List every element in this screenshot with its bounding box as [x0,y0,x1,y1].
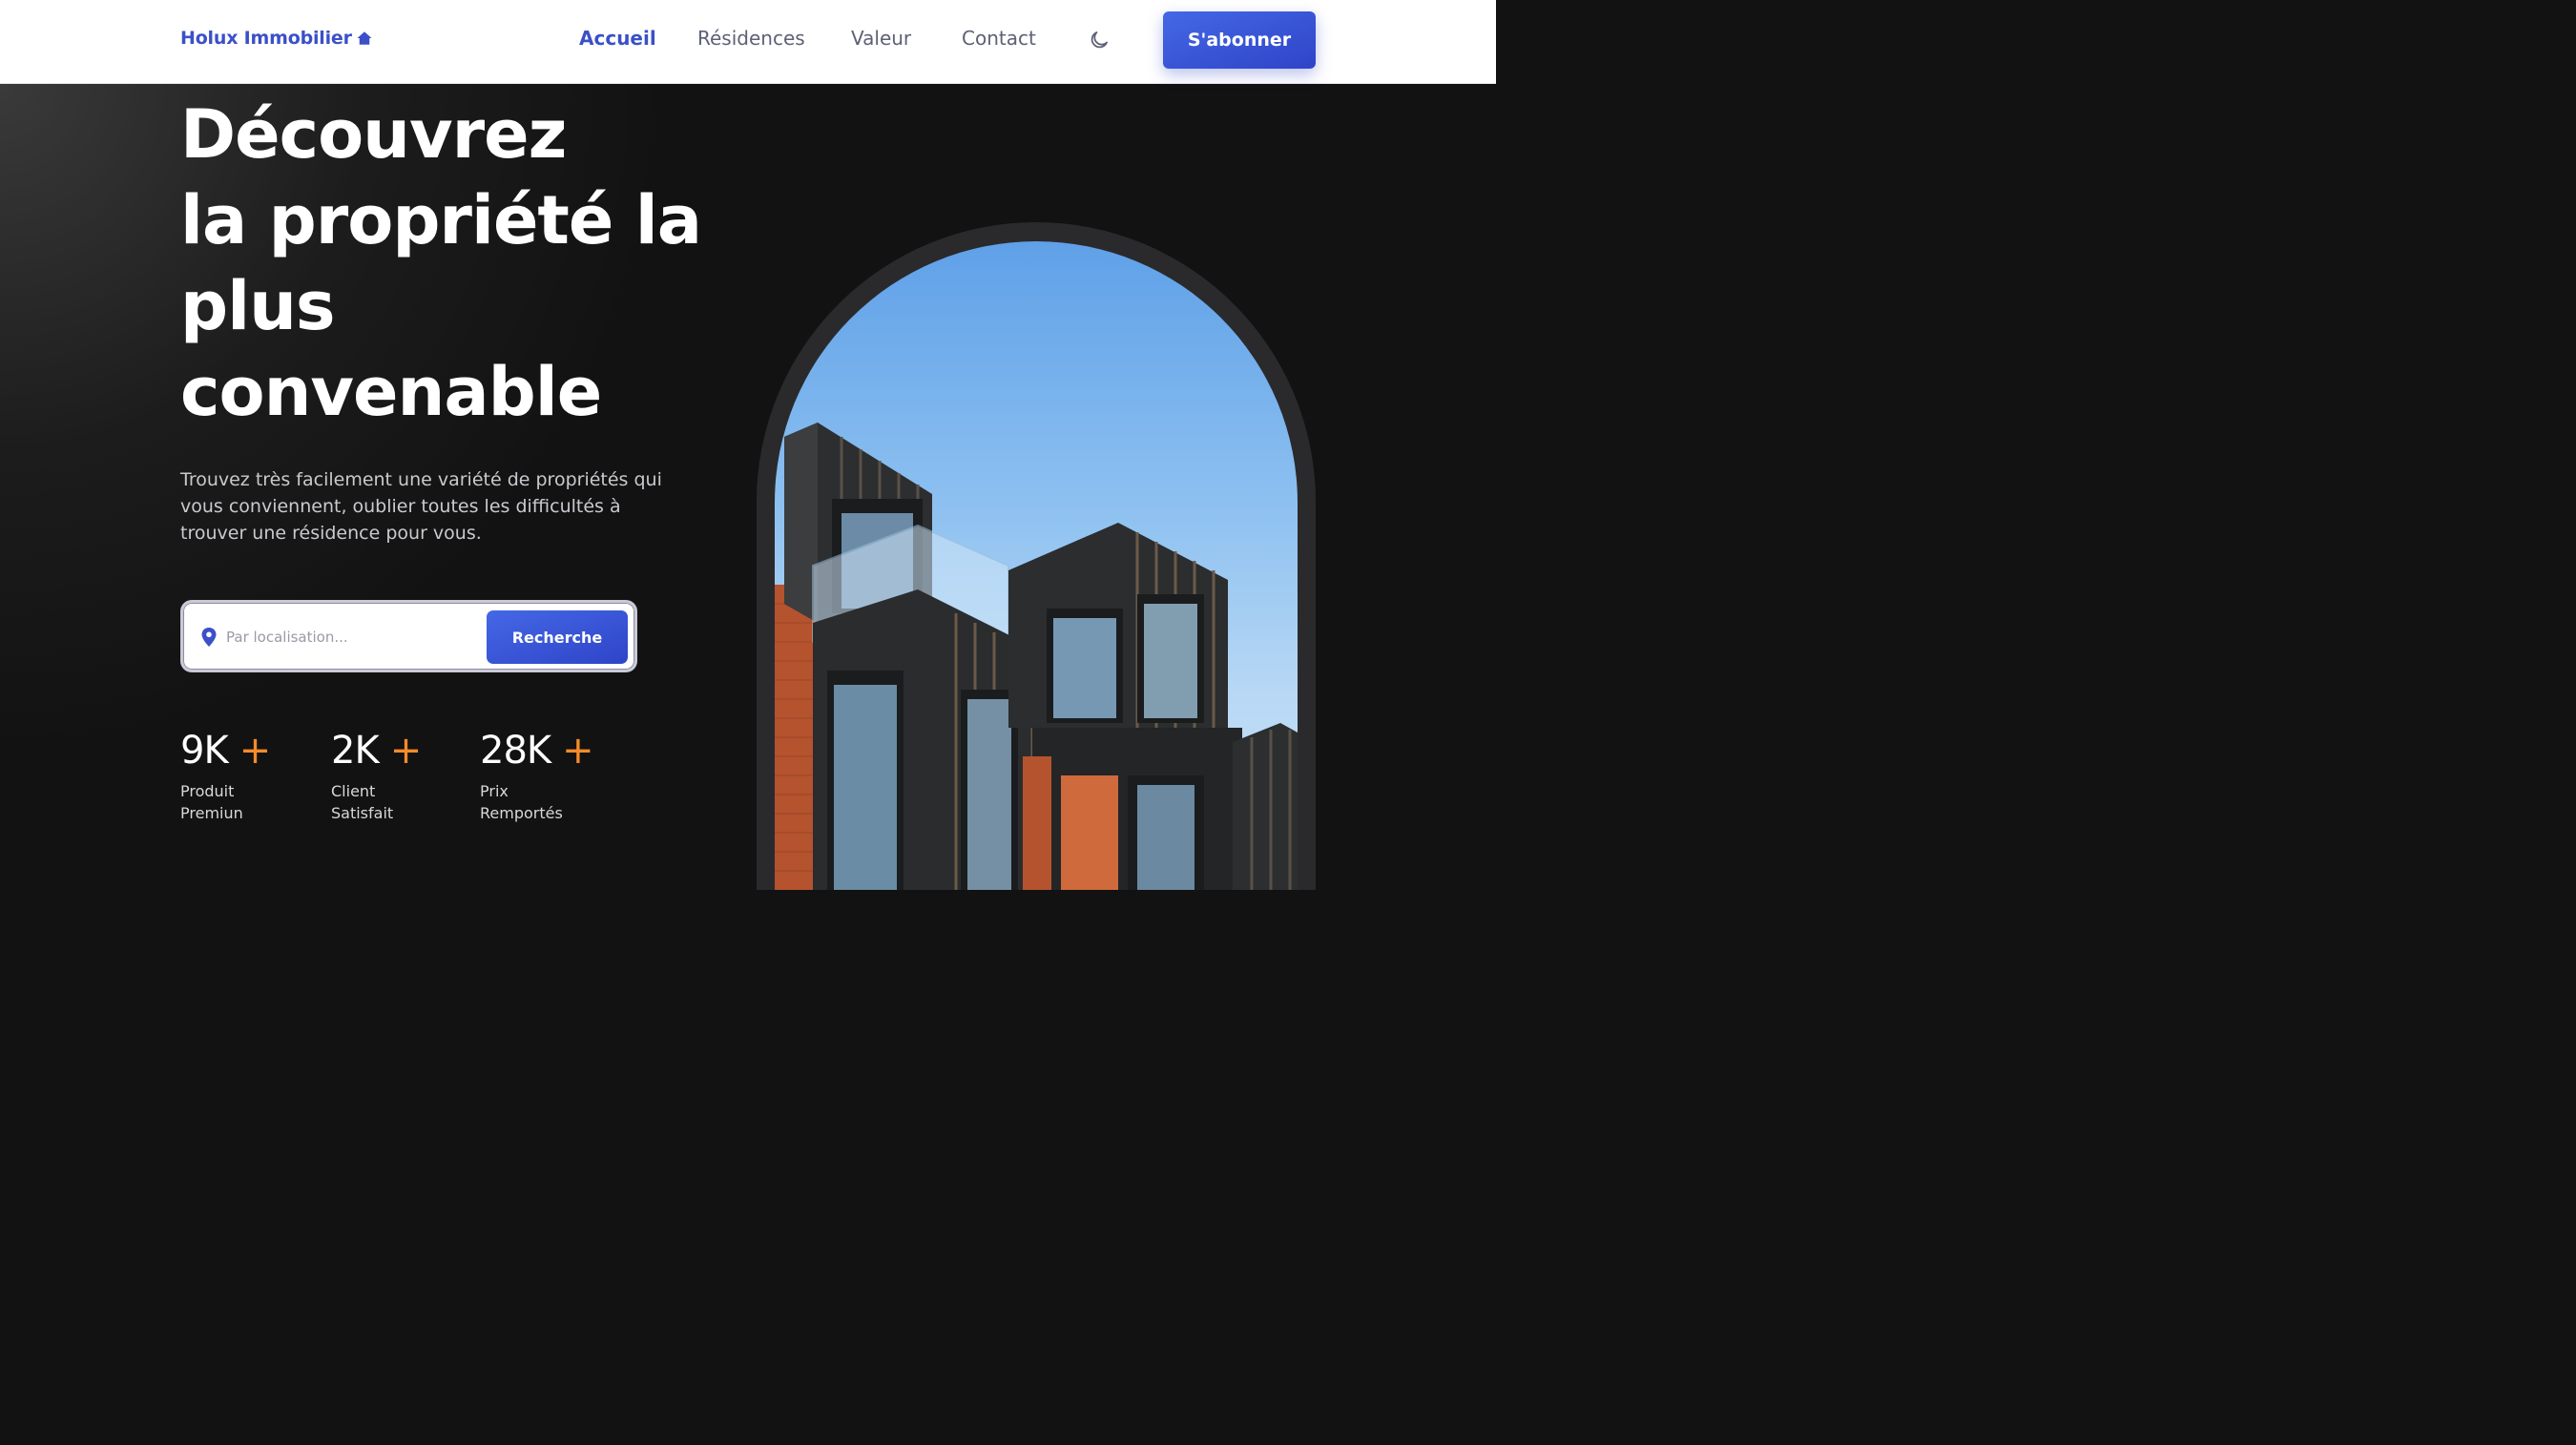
location-search-input[interactable] [226,620,474,654]
hero-title-line-4: convenable [180,353,602,431]
stat-value: 9K [180,729,229,773]
stat-plus: + [389,729,423,773]
stat-value-row: 28K + [480,729,594,773]
moon-icon[interactable] [1088,29,1111,52]
logo-text: Holux Immobilier [180,28,352,49]
stat-value: 2K [331,729,380,773]
search-button[interactable]: Recherche [487,610,628,664]
nav-valeur[interactable]: Valeur [851,27,911,50]
hero-title-line-1: Découvrez [180,95,567,174]
stat-value-row: 9K + [180,729,272,773]
hero-description: Trouvez très facilement une variété de p… [180,469,662,544]
stat-label: Client Satisfait [331,780,421,824]
hero-title: Découvrez la propriété la plus convenabl… [180,92,715,435]
stat-label-line-1: Client [331,782,376,800]
stat-label: Prix Remportés [480,780,593,824]
location-search-bar: Recherche [180,600,637,672]
stat-awards: 28K + Prix Remportés [480,729,594,824]
hero-title-line-2: la propriété la [180,181,702,259]
stat-value-row: 2K + [331,729,423,773]
stat-label-line-1: Produit [180,782,235,800]
stat-label-line-2: Remportés [480,804,563,822]
subscribe-button[interactable]: S'abonner [1163,11,1316,69]
stat-label: Produit Premiun [180,780,270,824]
nav-contact[interactable]: Contact [962,27,1036,50]
stat-plus: + [239,729,272,773]
stat-label-line-2: Premiun [180,804,243,822]
stat-products: 9K + Produit Premiun [180,729,272,824]
hero-title-line-3: plus [180,267,336,345]
stat-label-line-1: Prix [480,782,509,800]
stat-plus: + [562,729,594,773]
building-illustration [775,423,1298,890]
nav-accueil[interactable]: Accueil [579,27,656,50]
nav-residences[interactable]: Résidences [697,27,805,50]
hero-building-image [775,241,1298,890]
logo-link[interactable]: Holux Immobilier [180,28,373,49]
stat-clients: 2K + Client Satisfait [331,729,423,824]
location-pin-icon [201,628,217,647]
stat-value: 28K [480,729,551,773]
stat-label-line-2: Satisfait [331,804,394,822]
home-icon [357,31,372,45]
site-header: Holux Immobilier Accueil Résidences Vale… [0,0,1496,84]
